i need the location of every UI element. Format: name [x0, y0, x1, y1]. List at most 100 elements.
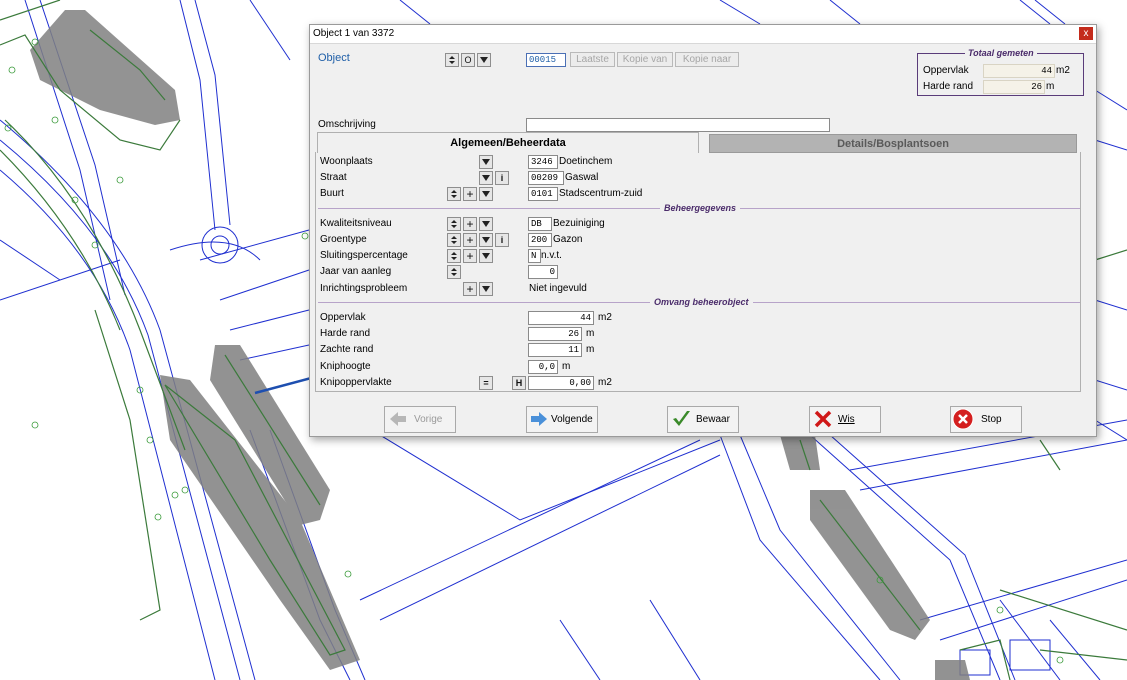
plus-icon[interactable]: + — [463, 233, 477, 247]
harde-rand-label: Harde rand — [320, 328, 371, 339]
oppervlak-unit: m2 — [598, 312, 612, 323]
harde-rand-field[interactable]: 26 — [528, 327, 582, 341]
vorige-label: Vorige — [414, 414, 443, 425]
stop-label: Stop — [981, 414, 1002, 425]
object-type-button[interactable]: O — [461, 53, 475, 67]
totals-value-oppervlak: 44 — [983, 64, 1055, 78]
tab-panel — [315, 152, 1081, 392]
totals-label-harde-rand: Harde rand — [923, 81, 974, 92]
tab-details-label: Details/Bosplantsoen — [837, 138, 949, 150]
groentype-code-field[interactable]: 200 — [528, 233, 552, 247]
sluitingspercentage-value: n.v.t. — [541, 250, 562, 261]
buurt-code-field[interactable]: 0101 — [528, 187, 558, 201]
totals-label-oppervlak: Oppervlak — [923, 65, 969, 76]
arrow-right-icon — [531, 412, 547, 426]
kopie-van-button[interactable]: Kopie van — [617, 52, 673, 67]
volgende-label: Volgende — [551, 414, 593, 425]
jaar-van-aanleg-field[interactable]: 0 — [528, 265, 558, 279]
omvang-section-header: Omvang beheerobject — [650, 297, 753, 307]
dialog-titlebar[interactable]: Object 1 van 3372 x — [310, 25, 1096, 44]
laatste-button[interactable]: Laatste — [570, 52, 615, 67]
plus-icon[interactable]: + — [463, 217, 477, 231]
straat-value: Gaswal — [565, 172, 599, 183]
inrichtingsprobleem-value: Niet ingevuld — [529, 283, 587, 294]
wis-label: Wis — [838, 414, 855, 425]
woonplaats-dropdown-icon[interactable] — [479, 155, 493, 169]
zachte-rand-unit: m — [586, 344, 595, 355]
jaar-van-aanleg-label: Jaar van aanleg — [320, 266, 392, 277]
bewaar-button[interactable]: Bewaar — [667, 406, 739, 433]
kniphoogte-field[interactable]: 0,0 — [528, 360, 558, 374]
close-button[interactable]: x — [1079, 27, 1093, 40]
plus-icon[interactable]: + — [463, 187, 477, 201]
arrow-left-icon — [390, 412, 406, 426]
woonplaats-label: Woonplaats — [320, 156, 373, 167]
tab-algemeen-label: Algemeen/Beheerdata — [450, 137, 566, 149]
woonplaats-code-field[interactable]: 3246 — [528, 155, 558, 169]
updown-spinner-icon[interactable] — [447, 249, 461, 263]
h-button[interactable]: H — [512, 376, 526, 390]
vorige-button[interactable]: Vorige — [384, 406, 456, 433]
knipoppervlakte-label: Knipoppervlakte — [320, 377, 392, 388]
updown-spinner-icon[interactable] — [447, 187, 461, 201]
dropdown-arrow-icon[interactable] — [477, 53, 491, 67]
sluitingspercentage-label: Sluitingspercentage — [320, 250, 408, 261]
kniphoogte-unit: m — [562, 361, 571, 372]
straat-dropdown-icon[interactable] — [479, 171, 493, 185]
stop-icon — [952, 408, 974, 430]
info-icon[interactable]: i — [495, 171, 509, 185]
kwaliteitsniveau-dropdown-icon[interactable] — [479, 217, 493, 231]
knipoppervlakte-field[interactable]: 0,00 — [528, 376, 594, 390]
totals-value-harde-rand: 26 — [983, 80, 1045, 94]
buurt-label: Buurt — [320, 188, 344, 199]
buurt-value: Stadscentrum-zuid — [559, 188, 643, 199]
volgende-button[interactable]: Volgende — [526, 406, 598, 433]
stop-button[interactable]: Stop — [950, 406, 1022, 433]
plus-icon[interactable]: + — [463, 249, 477, 263]
updown-spinner-icon[interactable] — [445, 53, 459, 67]
totals-unit-oppervlak: m2 — [1056, 65, 1070, 76]
totals-title: Totaal gemeten — [965, 48, 1037, 58]
inrichtingsprobleem-label: Inrichtingsprobleem — [320, 283, 408, 294]
updown-spinner-icon[interactable] — [447, 217, 461, 231]
straat-code-field[interactable]: 00209 — [528, 171, 564, 185]
woonplaats-value: Doetinchem — [559, 156, 613, 167]
sluitingspercentage-dropdown-icon[interactable] — [479, 249, 493, 263]
oppervlak-field[interactable]: 44 — [528, 311, 594, 325]
beheer-section-header: Beheergegevens — [660, 203, 741, 213]
totals-unit-harde-rand: m — [1046, 81, 1055, 92]
updown-spinner-icon[interactable] — [447, 265, 461, 279]
info-icon[interactable]: i — [495, 233, 509, 247]
zachte-rand-label: Zachte rand — [320, 344, 374, 355]
object-number-field[interactable]: 00015 — [526, 53, 566, 67]
equals-button[interactable]: = — [479, 376, 493, 390]
object-dialog: Object 1 van 3372 x Object O 00015 Laats… — [309, 24, 1097, 437]
straat-label: Straat — [320, 172, 347, 183]
knipoppervlakte-unit: m2 — [598, 377, 612, 388]
omschrijving-input[interactable] — [526, 118, 830, 132]
object-label: Object — [318, 52, 350, 64]
red-x-icon — [814, 410, 832, 428]
omschrijving-label: Omschrijving — [318, 119, 376, 130]
tab-details[interactable]: Details/Bosplantsoen — [709, 134, 1077, 153]
dialog-title: Object 1 van 3372 — [313, 28, 395, 39]
sluitingspercentage-code-field[interactable]: N — [528, 249, 541, 263]
oppervlak-label: Oppervlak — [320, 312, 366, 323]
groentype-label: Groentype — [320, 234, 367, 245]
groentype-dropdown-icon[interactable] — [479, 233, 493, 247]
kwaliteitsniveau-value: Bezuiniging — [553, 218, 605, 229]
groentype-value: Gazon — [553, 234, 583, 245]
checkmark-icon — [673, 411, 690, 426]
kwaliteitsniveau-code-field[interactable]: DB — [528, 217, 552, 231]
updown-spinner-icon[interactable] — [447, 233, 461, 247]
inrichtingsprobleem-dropdown-icon[interactable] — [479, 282, 493, 296]
kopie-naar-button[interactable]: Kopie naar — [675, 52, 739, 67]
bewaar-label: Bewaar — [696, 414, 730, 425]
zachte-rand-field[interactable]: 11 — [528, 343, 582, 357]
plus-icon[interactable]: + — [463, 282, 477, 296]
tab-algemeen[interactable]: Algemeen/Beheerdata — [317, 132, 699, 153]
harde-rand-unit: m — [586, 328, 595, 339]
kniphoogte-label: Kniphoogte — [320, 361, 371, 372]
wis-button[interactable]: Wis — [809, 406, 881, 433]
buurt-dropdown-icon[interactable] — [479, 187, 493, 201]
